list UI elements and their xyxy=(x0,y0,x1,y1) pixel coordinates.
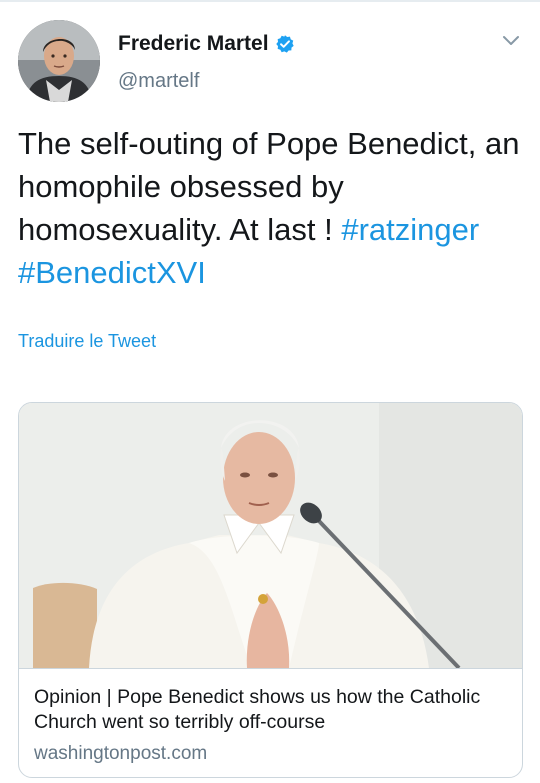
avatar[interactable] xyxy=(18,20,100,102)
author-handle[interactable]: @martelf xyxy=(118,70,199,93)
tweet-header: Frederic Martel @martelf xyxy=(18,20,522,104)
card-domain: washingtonpost.com xyxy=(34,743,208,764)
link-card[interactable]: Opinion | Pope Benedict shows us how the… xyxy=(18,402,523,778)
hashtag-benedictxvi[interactable]: #BenedictXVI xyxy=(18,255,206,290)
author-name-line: Frederic Martel xyxy=(118,32,295,56)
card-title[interactable]: Opinion | Pope Benedict shows us how the… xyxy=(34,685,504,735)
translate-tweet-link[interactable]: Traduire le Tweet xyxy=(18,331,156,352)
top-divider xyxy=(0,0,540,2)
hashtag-ratzinger[interactable]: #ratzinger xyxy=(341,212,479,247)
tweet-text: The self-outing of Pope Benedict, an hom… xyxy=(18,122,528,294)
card-body[interactable]: Opinion | Pope Benedict shows us how the… xyxy=(19,668,522,777)
card-image[interactable] xyxy=(19,403,522,668)
verified-badge-icon xyxy=(275,34,295,54)
chevron-down-icon[interactable] xyxy=(502,34,520,46)
author-display-name[interactable]: Frederic Martel xyxy=(118,32,269,56)
